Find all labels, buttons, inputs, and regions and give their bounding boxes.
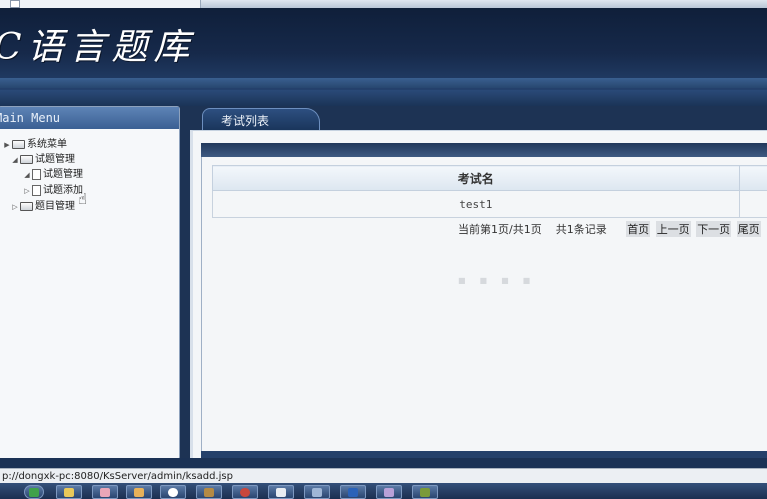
table-header-row: 考试名: [212, 165, 767, 191]
collapse-arrow-icon[interactable]: ◢: [23, 168, 31, 182]
tree-node-question-management-leaf[interactable]: ◢ 试题管理: [23, 168, 83, 182]
tool-icon[interactable]: [304, 485, 330, 499]
header-divider: [0, 90, 767, 106]
media-icon[interactable]: [412, 485, 438, 499]
taskbar: [0, 483, 767, 499]
sidebar: Main Menu ▶ 系统菜单 ◢ 试题管理 ◢ 试题管理 ▷ 试题添加 ▷ 题目管理: [0, 106, 180, 460]
collapse-arrow-icon[interactable]: ◢: [11, 153, 19, 167]
main-tabbar: 考试列表: [190, 106, 767, 132]
last-page-button[interactable]: 尾页: [736, 221, 761, 237]
footer-band: [0, 458, 767, 468]
faint-marks: ■■■■: [458, 276, 545, 285]
sogou-icon[interactable]: [160, 485, 186, 499]
cell-extra: [738, 190, 767, 218]
sidebar-heading: Main Menu: [0, 107, 179, 129]
tree-node-add-question[interactable]: ▷ 试题添加: [23, 184, 83, 198]
record-icon[interactable]: [232, 485, 258, 499]
document-icon[interactable]: [268, 485, 294, 499]
tree-node-question-management[interactable]: ◢ 试题管理: [11, 153, 75, 167]
folder-icon: [20, 202, 33, 211]
eraser-icon[interactable]: [92, 485, 118, 499]
status-url: p://dongxk-pc:8080/KsServer/admin/ksadd.…: [2, 471, 233, 482]
tree-node-topic-management[interactable]: ▷ 题目管理: [11, 200, 75, 214]
expand-arrow-icon[interactable]: ▶: [3, 138, 11, 152]
panel-toolbar: [201, 143, 767, 157]
photoshop-icon[interactable]: [340, 485, 366, 499]
prev-page-button[interactable]: 上一页: [655, 221, 691, 237]
document-icon: [32, 185, 41, 196]
expand-arrow-icon[interactable]: ▷: [23, 184, 31, 198]
start-orb-icon[interactable]: [24, 485, 44, 499]
page-info: 当前第1页/共1页: [458, 223, 542, 236]
next-page-button[interactable]: 下一页: [696, 221, 732, 237]
record-count: 共1条记录: [555, 223, 607, 236]
app-title: C语言题库: [0, 27, 196, 68]
browser-statusbar: p://dongxk-pc:8080/KsServer/admin/ksadd.…: [0, 468, 767, 484]
main-panel: 考试名 test1 当前第1页/共1页 共1条记录 首页 上一页 下一页 尾页 …: [190, 130, 767, 459]
page-icon: [10, 0, 20, 8]
paint-icon[interactable]: [126, 485, 152, 499]
table-row[interactable]: test1: [212, 190, 767, 218]
folder-open-icon: [20, 155, 33, 164]
exam-table: 考试名 test1: [212, 165, 767, 218]
tab-exam-list[interactable]: 考试列表: [202, 108, 320, 132]
document-icon: [32, 169, 41, 180]
app-header: C语言题库: [0, 8, 767, 90]
content-area: 考试名 test1 当前第1页/共1页 共1条记录 首页 上一页 下一页 尾页 …: [201, 157, 767, 457]
folder-icon: [12, 140, 25, 149]
header-stripe: [0, 78, 767, 88]
tree-node-system-menu[interactable]: ▶ 系统菜单: [3, 138, 67, 152]
archive-icon[interactable]: [196, 485, 222, 499]
cell-exam-name: test1: [212, 190, 740, 218]
settings-icon[interactable]: [376, 485, 402, 499]
column-header-exam-name: 考试名: [212, 165, 740, 191]
explorer-icon[interactable]: [56, 485, 82, 499]
browser-tab[interactable]: [0, 0, 201, 8]
pagination: 当前第1页/共1页 共1条记录 首页 上一页 下一页 尾页: [458, 221, 761, 237]
expand-arrow-icon[interactable]: ▷: [11, 200, 19, 214]
hand-cursor-icon: ☝: [78, 190, 88, 208]
column-header-extra: [738, 165, 767, 191]
first-page-button[interactable]: 首页: [626, 221, 651, 237]
